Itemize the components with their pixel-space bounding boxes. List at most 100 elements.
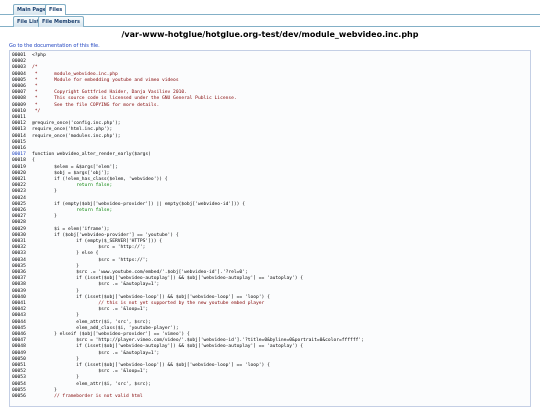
code-text: $elem = &$args['elem']; xyxy=(32,164,118,170)
line-number: 00020 xyxy=(12,170,26,176)
line-number: 00034 xyxy=(12,257,26,263)
code-line: 00023 } xyxy=(12,189,57,195)
code-line: 00040 if (isset($obj['webvideo-loop']) &… xyxy=(12,295,270,301)
tab-files[interactable]: Files xyxy=(45,4,67,15)
code-line: 00030 if ($obj['webvideo-provider'] == '… xyxy=(12,233,179,239)
code-line: 00056 // frameborder is not valid html xyxy=(12,394,143,400)
code-text: } elseif ($obj['webvideo-provider'] == '… xyxy=(32,332,190,337)
sub-tab-bar: File List File Members xyxy=(0,16,540,27)
line-number: 00054 xyxy=(12,381,26,387)
line-number: 00038 xyxy=(12,282,26,288)
code-line: 00010 */ xyxy=(12,109,40,115)
code-line: 00039 } xyxy=(12,289,79,295)
line-number: 00008 xyxy=(12,96,26,102)
code-text: if (isset($obj['webvideo-autoplay']) && … xyxy=(32,344,304,350)
code-text: elem_attr($i, 'src', $src); xyxy=(32,381,151,387)
line-number: 00028 xyxy=(12,220,26,226)
code-line: 00050 } xyxy=(12,357,79,363)
code-text: } xyxy=(32,356,80,362)
code-line: 00035 } xyxy=(12,264,79,270)
code-text: * See the file COPYING for more details. xyxy=(32,102,160,108)
documentation-link[interactable]: Go to the documentation of this file. xyxy=(9,43,100,49)
code-line: 00024 xyxy=(12,196,32,202)
line-number: 00040 xyxy=(12,294,26,300)
line-number: 00015 xyxy=(12,139,26,145)
line-number: 00005 xyxy=(12,77,26,83)
code-text: require_once('modules.inc.php'); xyxy=(32,133,121,139)
line-number: 00035 xyxy=(12,263,26,269)
code-text: $src .= '&autoplay=1'; xyxy=(32,282,160,288)
code-text: require_once('html.inc.php'); xyxy=(32,127,113,133)
code-text: if (isset($obj['webvideo-loop']) && $obj… xyxy=(32,363,270,368)
code-line: 00025 if (empty($obj['webvideo-provider'… xyxy=(12,202,245,208)
line-number: 00048 xyxy=(12,344,26,350)
code-text: return false; xyxy=(32,183,113,189)
line-number: 00049 xyxy=(12,350,26,356)
code-text: $src = 'http://player.vimeo.com/video/'.… xyxy=(32,338,364,344)
code-text: $src .= '&loop=1'; xyxy=(32,307,149,313)
code-line: 00015 xyxy=(12,140,32,146)
code-text: */ xyxy=(32,108,41,114)
code-text: elem_add_class($i, 'youtube-player'); xyxy=(32,325,179,331)
line-number: 00033 xyxy=(12,251,26,257)
code-text: } xyxy=(32,288,80,294)
line-number: 00024 xyxy=(12,195,26,201)
code-text: } xyxy=(32,189,57,195)
line-number: 00030 xyxy=(12,232,26,238)
code-line: 00020 $obj = $args['obj']; xyxy=(12,171,109,177)
code-line: 00038 $src .= '&autoplay=1'; xyxy=(12,282,159,288)
code-text: } xyxy=(32,214,57,220)
code-text: if (!elem_has_class($elem, 'webvideo')) … xyxy=(32,177,168,182)
code-text: * xyxy=(32,84,38,89)
code-line: 00013 require_once('html.inc.php'); xyxy=(12,127,112,133)
code-text: } xyxy=(32,263,80,269)
code-listing: 00001 <?php 00002 00003/* 00004 * module_web… xyxy=(9,50,531,407)
line-number: 00056 xyxy=(12,394,26,399)
code-text: * Module for embedding youtube and vimeo… xyxy=(32,77,179,83)
line-number: 00025 xyxy=(12,201,26,207)
code-text: $src .= 'www.youtube.com/embed/'.$obj['w… xyxy=(32,270,248,275)
line-number: 00014 xyxy=(12,133,26,139)
code-line: 00008 * This source code is licensed und… xyxy=(12,96,237,102)
line-number: 00018 xyxy=(12,158,26,164)
code-line: 00004 * module_webvideo.inc.php xyxy=(12,72,118,78)
code-text: function webvideo_alter_render_early($ar… xyxy=(32,152,151,158)
code-line: 00028 xyxy=(12,220,32,226)
line-number: 00039 xyxy=(12,288,26,294)
code-text: } xyxy=(32,375,80,381)
code-line: 00022 return false; xyxy=(12,183,112,189)
line-number: 00043 xyxy=(12,313,26,319)
code-text: $src = 'http://'; xyxy=(32,245,146,251)
code-text: { xyxy=(32,158,35,164)
line-number: 00010 xyxy=(12,108,26,114)
code-text: return false; xyxy=(32,208,113,213)
main-tab-bar: Main Page Files xyxy=(0,4,540,15)
line-number: 00004 xyxy=(12,71,26,77)
code-line: 00003 /* xyxy=(12,65,38,71)
code-text: if (isset($obj['webvideo-loop']) && $obj… xyxy=(32,294,270,300)
code-text: <?php xyxy=(32,53,46,58)
line-number: 00053 xyxy=(12,375,26,381)
code-text: } xyxy=(32,313,80,319)
tab-file-members[interactable]: File Members xyxy=(38,16,84,27)
code-line: 00029 $i = elem('iframe'); xyxy=(12,227,109,233)
line-number: 00023 xyxy=(12,189,26,195)
line-number: 00019 xyxy=(12,164,26,170)
code-text: $i = elem('iframe'); xyxy=(32,226,110,232)
line-number: 00029 xyxy=(12,226,26,232)
code-line: 00053 } xyxy=(12,375,79,381)
code-text: } else { xyxy=(32,251,99,257)
code-text: elem_attr($i, 'src', $src); xyxy=(32,319,151,325)
code-text: $src .= '&loop=1'; xyxy=(32,369,149,375)
code-text: $src = 'https://'; xyxy=(32,257,149,263)
code-line: 00044 elem_attr($i, 'src', $src); xyxy=(12,320,151,326)
page-title: /var-www-hotglue/hotglue.org-test/dev/mo… xyxy=(121,30,419,39)
code-line: 00045 elem_add_class($i, 'youtube-player… xyxy=(12,326,179,332)
code-text: if ($obj['webvideo-provider'] == 'youtub… xyxy=(32,232,179,238)
code-text: /* xyxy=(32,65,38,71)
code-line: 00049 $src .= '&autoplay=1'; xyxy=(12,351,159,357)
line-number: 00013 xyxy=(12,127,26,133)
line-number: 00045 xyxy=(12,325,26,331)
code-line: 00048 if (isset($obj['webvideo-autoplay'… xyxy=(12,344,303,350)
code-text: if (isset($obj['webvideo-autoplay']) && … xyxy=(32,276,304,282)
